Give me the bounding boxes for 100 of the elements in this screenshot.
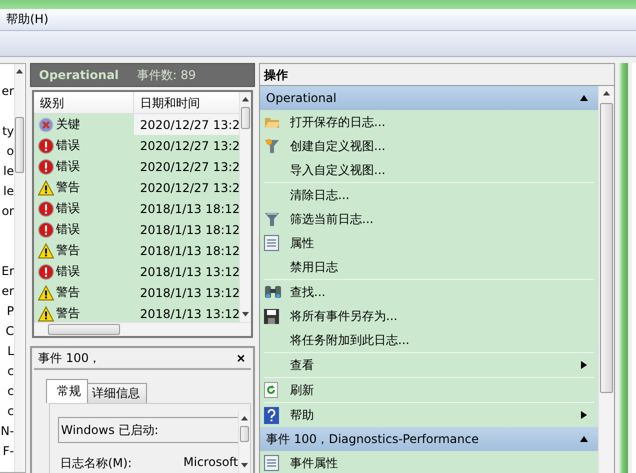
close-button[interactable]: × — [236, 351, 245, 365]
event-row[interactable]: 警告 2018/1/13 13:12 — [34, 303, 239, 322]
section-header[interactable]: 事件 100，Diagnostics-Performance — [260, 427, 598, 451]
action-item[interactable]: 创建自定义视图... — [260, 134, 598, 158]
binoculars-icon — [264, 284, 282, 300]
action-item[interactable]: 禁用日志 — [260, 255, 598, 279]
tree-item[interactable]: P — [0, 301, 14, 321]
date-cell-text: 2018/1/13 18:12 — [139, 202, 239, 216]
date-cell-text: 2018/1/13 13:12 — [139, 286, 239, 300]
warning-icon — [38, 284, 54, 300]
tree-item[interactable]: ty — [0, 121, 14, 141]
level-cell: 错误 — [56, 200, 80, 217]
date-cell-text: 2018/1/13 13:12 — [139, 306, 239, 320]
action-item[interactable]: 筛选当前日志... — [260, 207, 598, 231]
warning-icon — [38, 242, 54, 258]
action-item[interactable]: 属性 — [260, 231, 598, 255]
event-row[interactable]: 警告 2020/12/27 13:2 — [34, 177, 239, 198]
scrollbar[interactable] — [239, 92, 251, 322]
collapse-icon — [580, 435, 588, 443]
tree-item[interactable]: er — [0, 281, 14, 301]
date-cell-text: 2018/1/13 18:12 — [139, 244, 239, 258]
scrollbar[interactable] — [14, 64, 24, 472]
level-cell: 错误 — [56, 263, 80, 280]
scrollbar-thumb[interactable] — [240, 107, 250, 129]
event-row[interactable]: 错误 2018/1/13 18:12 — [34, 219, 239, 240]
event-row[interactable]: 错误 2018/1/13 13:12 — [34, 261, 239, 282]
error-icon — [38, 158, 54, 174]
event-row[interactable]: 警告 2018/1/13 13:12 — [34, 282, 239, 303]
event-row[interactable]: 错误 2018/1/13 18:12 — [34, 198, 239, 219]
event-row[interactable]: 错误 2020/12/27 13:2 — [34, 156, 239, 177]
scroll-up-arrow-icon[interactable] — [603, 91, 610, 96]
collapse-icon — [580, 94, 588, 102]
tree-item[interactable]: le — [0, 181, 14, 201]
horizontal-scrollbar[interactable] — [34, 322, 251, 336]
action-item[interactable]: 查看 — [260, 353, 598, 377]
event-row[interactable]: 警告 2018/1/13 18:12 — [34, 240, 239, 261]
funnel-icon — [264, 138, 280, 154]
error-icon — [38, 264, 54, 280]
section-header[interactable]: Operational — [260, 86, 598, 110]
action-item[interactable]: 打开保存的日志... — [260, 110, 598, 134]
scroll-down-arrow-icon[interactable] — [241, 463, 248, 468]
tree-item[interactable]: -N — [0, 421, 14, 441]
event-row[interactable]: 关键 2020/12/27 13:2 — [34, 114, 239, 135]
date-cell-text: 2020/12/27 13:2 — [139, 118, 239, 132]
detail-title: 事件 100， — [38, 350, 101, 366]
action-item[interactable]: 将所有事件另存为... — [260, 304, 598, 328]
scroll-up-arrow-icon[interactable] — [16, 69, 23, 74]
tree-item[interactable]: or — [0, 201, 14, 221]
level-cell: 警告 — [56, 305, 80, 322]
event-row[interactable]: 错误 2020/12/27 13:2 — [34, 135, 239, 156]
action-item[interactable]: 导入自定义视图... — [260, 158, 598, 182]
critical-icon — [38, 116, 54, 132]
section-title: 事件 100，Diagnostics-Performance — [266, 430, 479, 448]
scroll-up-arrow-icon[interactable] — [241, 416, 248, 421]
tree-item[interactable]: c — [0, 401, 14, 421]
level-cell: 错误 — [56, 221, 80, 238]
tree-item[interactable]: Er — [0, 261, 14, 281]
date-cell-text: 2018/1/13 18:12 — [139, 222, 239, 236]
date-cell-text: 2020/12/27 13:2 — [139, 138, 239, 152]
error-icon — [38, 222, 54, 238]
action-item[interactable]: 查找... — [260, 280, 598, 304]
scrollbar-thumb[interactable] — [240, 426, 250, 442]
tree-item[interactable]: c — [0, 381, 14, 401]
tree-item[interactable]: c — [0, 361, 14, 381]
action-item[interactable]: 刷新 — [260, 378, 598, 402]
tree-item[interactable]: o — [0, 141, 14, 161]
action-item[interactable]: 将任务附加到此日志... — [260, 328, 598, 352]
level-cell: 关键 — [56, 116, 80, 133]
actions-title: 操作 — [260, 64, 614, 86]
tree-item[interactable]: le — [0, 161, 14, 181]
warning-icon — [38, 180, 54, 196]
level-cell: 警告 — [56, 179, 80, 196]
event-message: Windows 已启动: — [58, 417, 238, 443]
scroll-down-arrow-icon[interactable] — [242, 312, 249, 317]
action-item[interactable]: 事件属性 — [260, 451, 598, 473]
error-icon — [38, 138, 54, 154]
help-icon — [264, 406, 279, 424]
warning-icon — [38, 306, 54, 322]
submenu-arrow-icon — [580, 411, 588, 419]
tab[interactable]: 常规 — [46, 379, 88, 403]
scrollbar-thumb[interactable] — [600, 103, 614, 393]
scroll-up-arrow-icon[interactable] — [242, 97, 249, 102]
field-label: 日志名称(M): — [60, 455, 132, 472]
action-item[interactable]: 帮助 — [260, 403, 598, 427]
properties-icon — [264, 455, 279, 471]
tree-item[interactable]: er — [0, 81, 14, 101]
tree-item[interactable]: L — [0, 341, 14, 361]
menu-item[interactable]: 帮助(H) — [4, 11, 50, 28]
scrollbar-thumb[interactable] — [15, 117, 24, 173]
submenu-arrow-icon — [580, 361, 588, 369]
scrollbar[interactable] — [238, 411, 250, 473]
action-item[interactable]: 清除日志... — [260, 183, 598, 207]
tab[interactable]: 详细信息 — [87, 383, 147, 403]
date-cell-text: 2020/12/27 13:2 — [139, 180, 239, 194]
column-header[interactable]: 级别 — [34, 92, 134, 113]
error-icon — [38, 200, 54, 216]
tree-item[interactable]: -F — [0, 441, 14, 461]
tree-item[interactable]: C — [0, 321, 14, 341]
level-cell: 警告 — [56, 242, 80, 259]
scrollbar[interactable] — [598, 86, 614, 473]
